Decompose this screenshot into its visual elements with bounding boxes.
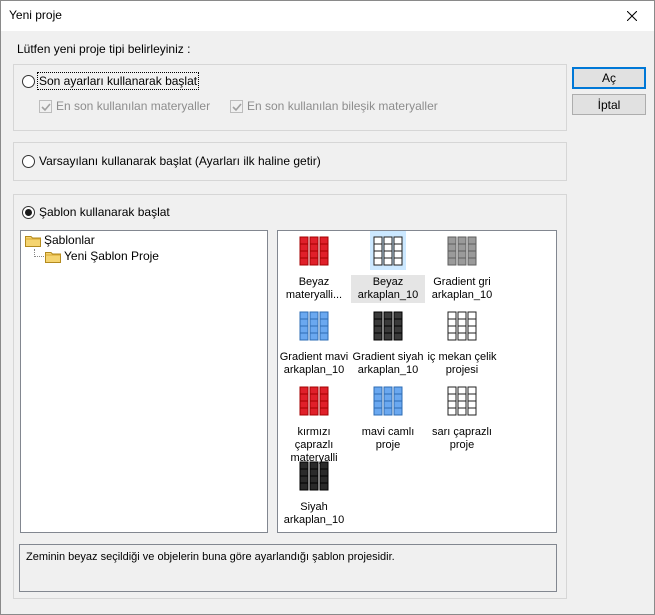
template-label: mavi camlı proje [351,425,425,453]
title-bar: Yeni proje [1,1,654,31]
open-button[interactable]: Aç [572,67,646,89]
tree-item-new-template[interactable]: Yeni Şablon Proje [45,249,159,263]
template-label-line2: proje [449,439,475,451]
template-tile[interactable]: iç mekan çelik projesi [427,306,497,378]
template-label-line2: arkaplan_10 [357,289,419,301]
template-radio[interactable]: Şablon kullanarak başlat [22,205,170,219]
template-icon-wrap [444,381,480,420]
last-settings-label: Son ayarları kullanarak başlat [36,72,200,90]
radio-button[interactable] [22,205,35,219]
checkbox[interactable] [230,99,243,113]
cancel-button[interactable]: İptal [572,94,646,115]
radio-button[interactable] [22,74,35,88]
template-label: Beyaz materyalli... [277,275,351,303]
template-icon-wrap [296,231,332,270]
template-label: Şablon kullanarak başlat [39,205,170,219]
template-icon-wrap [370,231,406,270]
template-icon-wrap [296,306,332,345]
template-label-line2: projesi [445,364,479,376]
template-label: Siyah arkaplan_10 [277,500,351,528]
template-icon-wrap [296,381,332,420]
template-list[interactable]: Beyaz materyalli... Beyaz arkaplan_10 Gradie… [277,230,557,533]
template-label-line2: arkaplan_10 [283,364,345,376]
template-tile[interactable]: Beyaz materyalli... [279,231,349,303]
template-label-line2: proje [375,439,401,451]
template-label: Gradient siyah arkaplan_10 [351,350,425,378]
template-label-line1: Gradient mavi [279,351,349,363]
template-tile[interactable]: mavi camlı proje [353,381,423,453]
new-project-dialog: Yeni proje Lütfen yeni proje tipi belirl… [0,0,655,615]
template-label-line1: iç mekan çelik [427,351,497,363]
template-icon-wrap [444,231,480,270]
default-settings-radio[interactable]: Varsayılanı kullanarak başlat (Ayarları … [22,154,321,168]
building-template-icon [447,386,477,416]
template-tile[interactable]: Gradient gri arkaplan_10 [427,231,497,303]
template-label: iç mekan çelik projesi [425,350,499,378]
recent-materials-label: En son kullanılan materyaller [56,99,211,113]
building-template-icon [299,236,329,266]
template-tile[interactable]: Gradient siyah arkaplan_10 [353,306,423,378]
template-label-line1: Gradient siyah [352,351,424,363]
template-label-line1: sarı çaprazlı [432,426,492,438]
template-label-line1: Beyaz [372,276,404,288]
folder-icon [45,251,61,263]
template-tile[interactable]: Gradient mavi arkaplan_10 [279,306,349,378]
recent-materials-checkbox[interactable]: En son kullanılan materyaller [39,99,210,113]
template-tree[interactable]: Şablonlar Yeni Şablon Proje [20,230,268,533]
building-template-icon [373,236,403,266]
radio-button[interactable] [22,154,35,168]
building-template-icon [299,311,329,341]
building-template-icon [299,386,329,416]
checkbox[interactable] [39,99,52,113]
template-label: Gradient gri arkaplan_10 [425,275,499,303]
template-label-line1: mavi camlı [361,426,415,438]
building-template-icon [373,311,403,341]
close-icon [627,11,637,21]
template-label-line2: arkaplan_10 [357,364,419,376]
building-template-icon [447,311,477,341]
template-label: sarı çaprazlı proje [425,425,499,453]
template-label-line2: arkaplan_10 [431,289,493,301]
template-label-line2: materyalli... [285,289,343,301]
template-label: Beyaz arkaplan_10 [351,275,425,303]
template-tile[interactable]: Siyah arkaplan_10 [279,456,349,528]
window-title: Yeni proje [9,8,62,22]
template-icon-wrap [296,456,332,495]
default-settings-label: Varsayılanı kullanarak başlat (Ayarları … [39,154,321,168]
template-label-line1: kırmızı çaprazlı [294,426,334,451]
close-button[interactable] [610,1,654,31]
template-tile[interactable]: Beyaz arkaplan_10 [351,231,425,303]
folder-icon [25,235,41,247]
tree-item-templates[interactable]: Şablonlar [25,233,95,247]
recent-composite-label: En son kullanılan bileşik materyaller [247,99,438,113]
building-template-icon [299,461,329,491]
building-template-icon [447,236,477,266]
tree-item-label: Yeni Şablon Proje [64,249,159,263]
template-description: Zeminin beyaz seçildiği ve objelerin bun… [19,544,557,592]
checkmark-icon [232,102,242,111]
template-label-line1: Beyaz [298,276,330,288]
building-template-icon [373,386,403,416]
recent-composite-checkbox[interactable]: En son kullanılan bileşik materyaller [230,99,438,113]
tree-item-label: Şablonlar [44,233,95,247]
template-label-line1: Gradient gri [433,276,491,288]
template-tile[interactable]: sarı çaprazlı proje [427,381,497,453]
template-tile[interactable]: kırmızı çaprazlı materyalli [279,381,349,466]
template-icon-wrap [370,306,406,345]
template-label: Gradient mavi arkaplan_10 [277,350,351,378]
template-icon-wrap [444,306,480,345]
prompt-label: Lütfen yeni proje tipi belirleyiniz : [17,42,191,56]
checkmark-icon [41,102,51,111]
last-settings-radio[interactable]: Son ayarları kullanarak başlat [22,72,200,90]
template-icon-wrap [370,381,406,420]
template-label-line2: arkaplan_10 [283,514,345,526]
template-label-line1: Siyah [300,501,328,513]
